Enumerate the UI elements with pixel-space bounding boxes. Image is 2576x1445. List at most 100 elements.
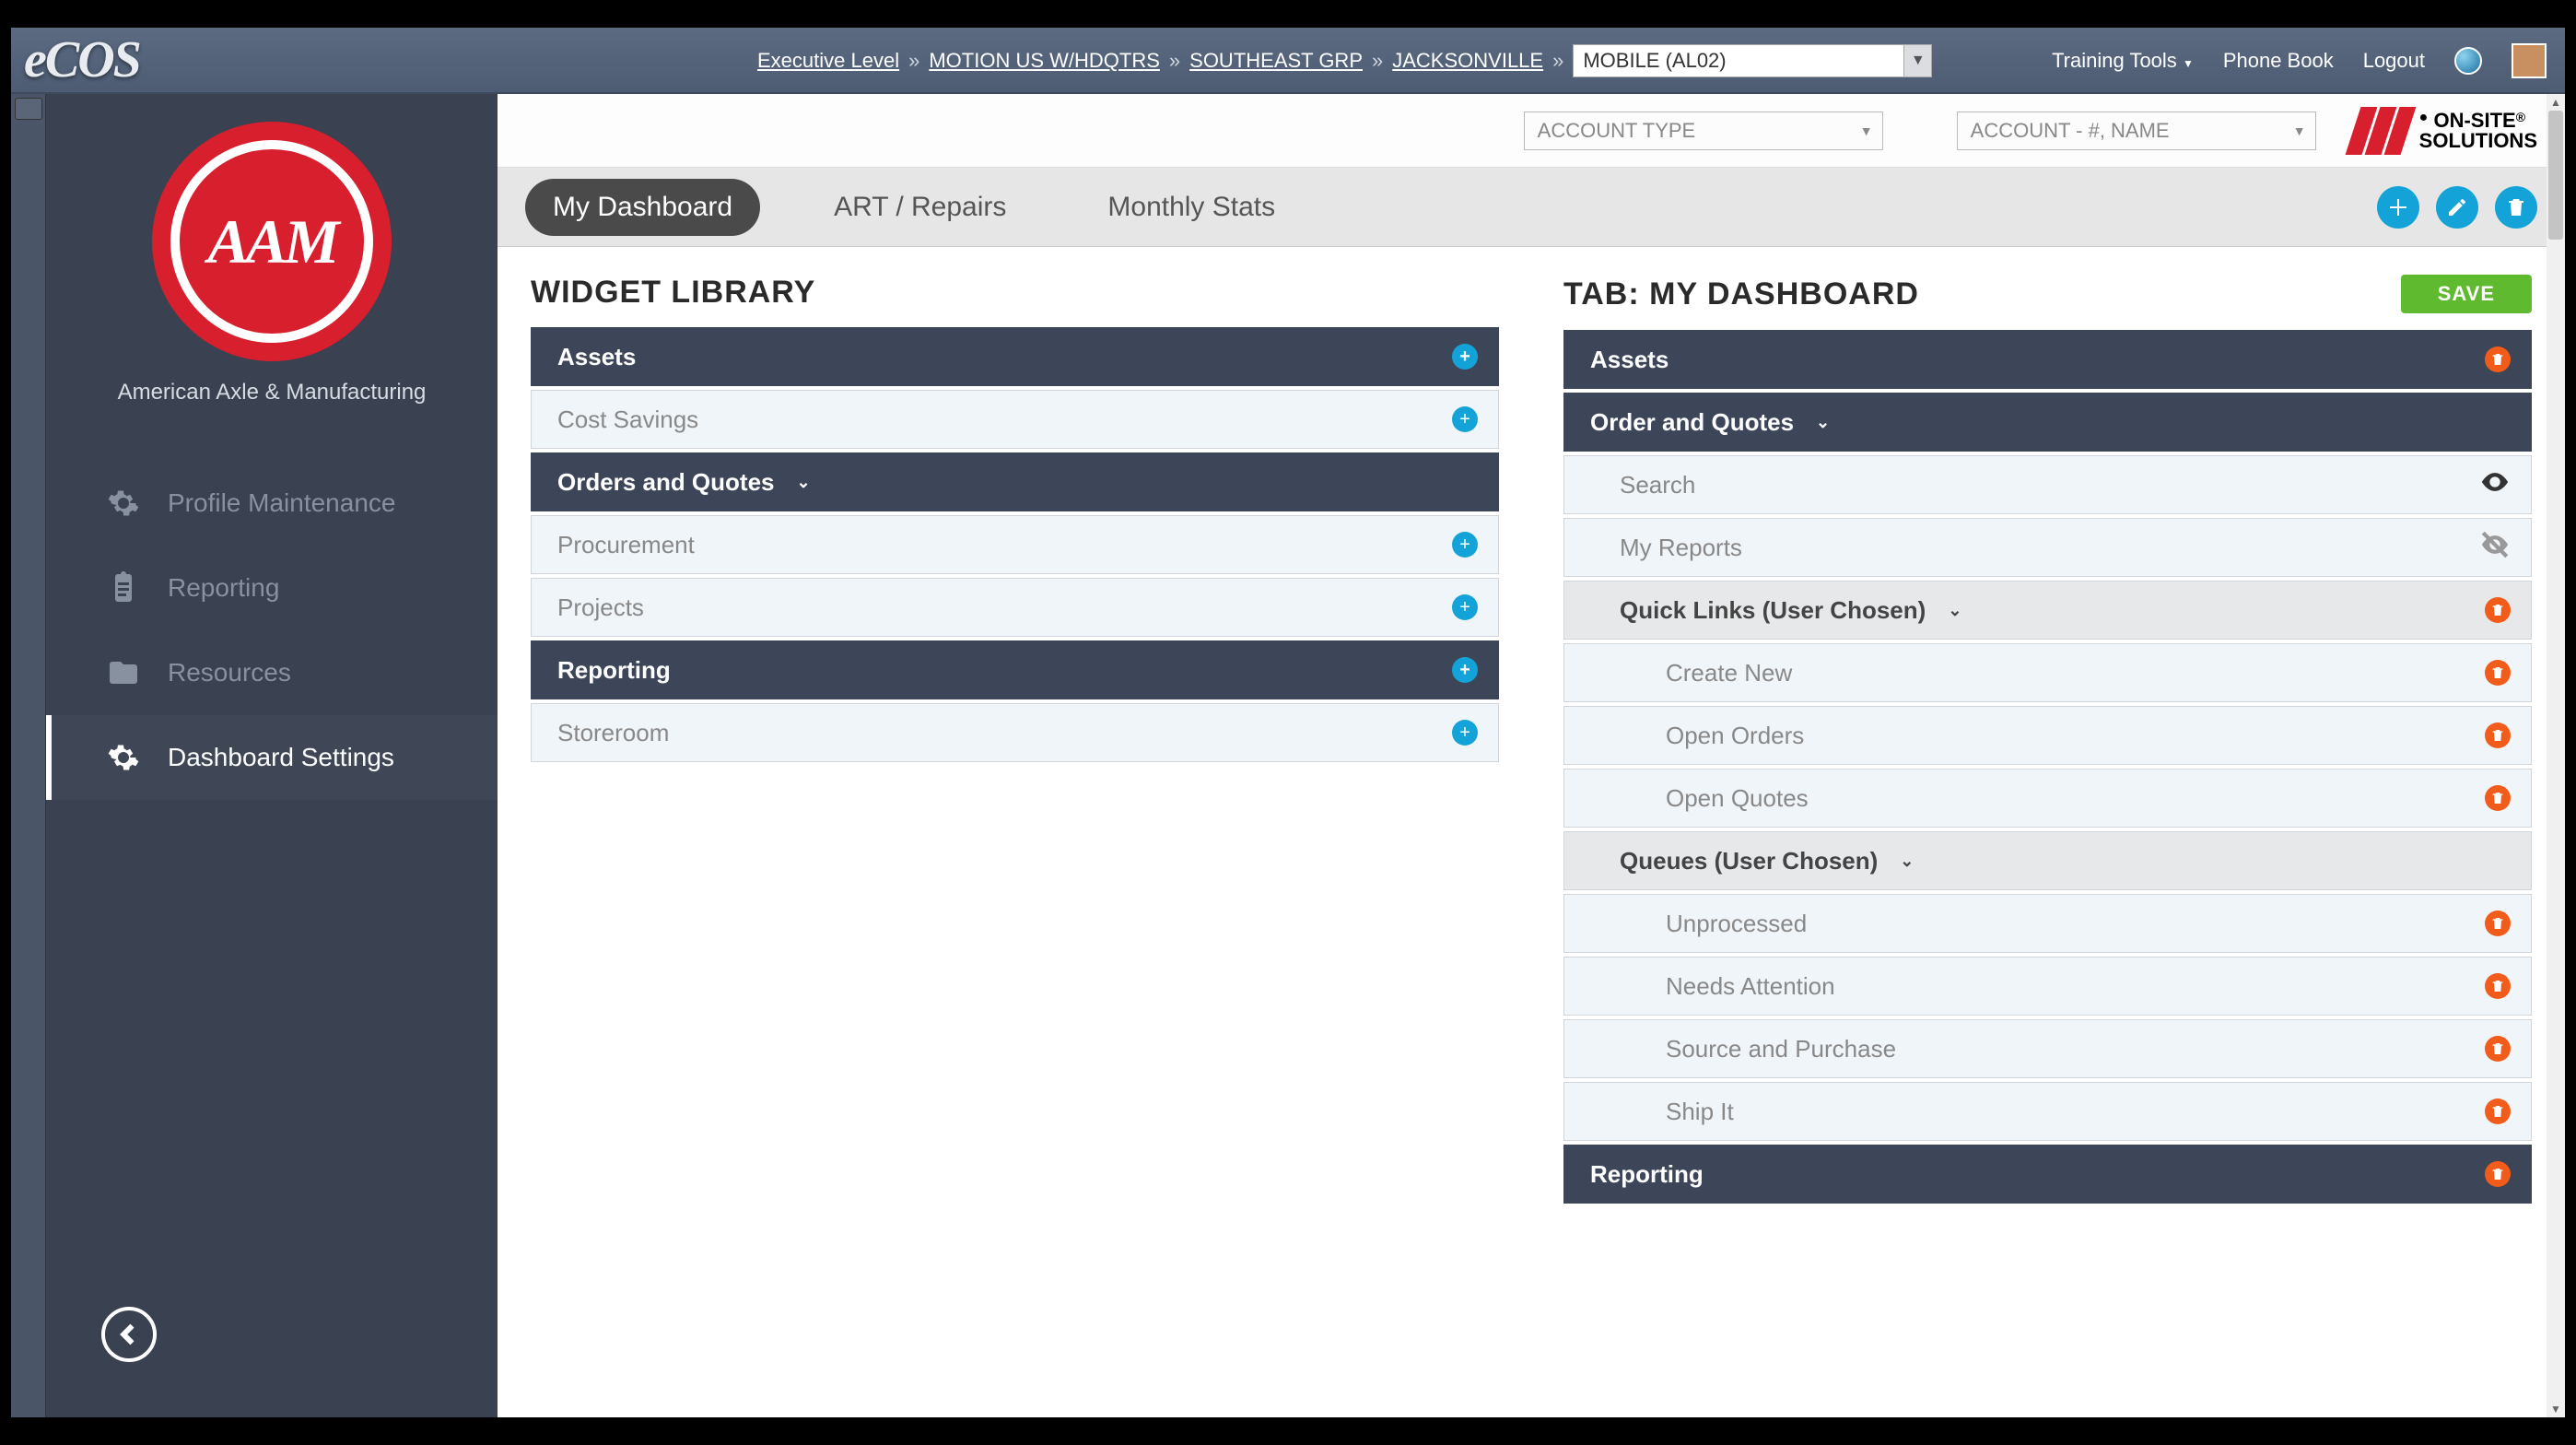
clipboard-icon bbox=[107, 571, 140, 605]
top-nav: eCOS Executive Level» MOTION US W/HDQTRS… bbox=[11, 28, 2565, 94]
tab-panel-row[interactable]: Open Orders bbox=[1563, 706, 2532, 765]
delete-button[interactable] bbox=[2485, 910, 2511, 936]
chevron-down-icon: ⌄ bbox=[1948, 601, 1961, 620]
sidebar: AAM American Axle & Manufacturing Profil… bbox=[46, 94, 498, 1417]
tab-panel-row[interactable]: Create New bbox=[1563, 643, 2532, 702]
widget-library-row[interactable]: Cost Savings+ bbox=[531, 390, 1499, 449]
add-widget-button[interactable]: + bbox=[1452, 406, 1478, 432]
sidebar-item-label: Dashboard Settings bbox=[168, 743, 394, 772]
widget-library-column: WIDGET LIBRARY Assets+Cost Savings+Order… bbox=[531, 275, 1499, 1207]
widget-library-row[interactable]: Procurement+ bbox=[531, 515, 1499, 574]
dropdown-arrow-icon: ▼ bbox=[2293, 123, 2306, 138]
tab-panel-row[interactable]: Needs Attention bbox=[1563, 957, 2532, 1016]
edit-tab-button[interactable] bbox=[2436, 186, 2478, 229]
tab-panel-row[interactable]: Assets bbox=[1563, 330, 2532, 389]
tab-my-dashboard[interactable]: My Dashboard bbox=[525, 179, 760, 236]
row-label: Unprocessed bbox=[1666, 910, 1807, 938]
add-widget-button[interactable]: + bbox=[1452, 594, 1478, 620]
widget-library-row[interactable]: Orders and Quotes⌄ bbox=[531, 452, 1499, 511]
vertical-scrollbar[interactable]: ▲ ▼ bbox=[2547, 94, 2565, 1417]
dropdown-arrow-icon: ▼ bbox=[1860, 123, 1873, 138]
main-area: ACCOUNT TYPE ▼ ACCOUNT - #, NAME ▼ ● ON-… bbox=[498, 94, 2565, 1417]
tab-panel-row[interactable]: My Reports bbox=[1563, 518, 2532, 577]
training-tools-link[interactable]: Training Tools ▼ bbox=[2052, 49, 2194, 73]
tab-panel-row[interactable]: Unprocessed bbox=[1563, 894, 2532, 953]
user-avatar[interactable] bbox=[2512, 43, 2547, 78]
tab-panel-row[interactable]: Reporting bbox=[1563, 1145, 2532, 1204]
sidebar-handle[interactable] bbox=[11, 94, 46, 1417]
tab-panel-row[interactable]: Order and Quotes ⌄ bbox=[1563, 393, 2532, 452]
delete-button[interactable] bbox=[2485, 597, 2511, 623]
delete-button[interactable] bbox=[2485, 1098, 2511, 1124]
widget-library-row[interactable]: Assets+ bbox=[531, 327, 1499, 386]
delete-tab-button[interactable] bbox=[2495, 186, 2537, 229]
widget-library-row[interactable]: Projects+ bbox=[531, 578, 1499, 637]
visibility-toggle[interactable] bbox=[2479, 466, 2511, 504]
row-label: Open Quotes bbox=[1666, 784, 1809, 813]
tab-panel-row[interactable]: Open Quotes bbox=[1563, 769, 2532, 828]
scroll-down-icon[interactable]: ▼ bbox=[2547, 1401, 2565, 1417]
add-widget-button[interactable]: + bbox=[1452, 657, 1478, 683]
sidebar-item-label: Profile Maintenance bbox=[168, 488, 395, 518]
row-label: Ship It bbox=[1666, 1098, 1734, 1126]
tab-panel-row[interactable]: Source and Purchase bbox=[1563, 1019, 2532, 1078]
delete-button[interactable] bbox=[2485, 660, 2511, 686]
scroll-up-icon[interactable]: ▲ bbox=[2547, 94, 2565, 111]
breadcrumb-link[interactable]: Executive Level bbox=[757, 49, 899, 73]
sidebar-item-dashboard-settings[interactable]: Dashboard Settings bbox=[46, 715, 498, 800]
tab-monthly-stats[interactable]: Monthly Stats bbox=[1080, 179, 1303, 236]
location-select[interactable]: MOBILE (AL02) ▼ bbox=[1573, 44, 1932, 77]
breadcrumb-link[interactable]: MOTION US W/HDQTRS bbox=[929, 49, 1160, 73]
visibility-toggle[interactable] bbox=[2479, 529, 2511, 567]
save-button[interactable]: SAVE bbox=[2401, 275, 2532, 313]
content-area: WIDGET LIBRARY Assets+Cost Savings+Order… bbox=[498, 247, 2565, 1417]
sidebar-collapse-button[interactable] bbox=[101, 1307, 157, 1362]
delete-button[interactable] bbox=[2485, 722, 2511, 748]
app-logo: eCOS bbox=[24, 30, 140, 89]
sidebar-item-profile-maintenance[interactable]: Profile Maintenance bbox=[46, 461, 498, 546]
sidebar-item-label: Reporting bbox=[168, 573, 279, 603]
delete-button[interactable] bbox=[2485, 785, 2511, 811]
chevron-down-icon: ⌄ bbox=[797, 473, 811, 492]
row-label: Reporting bbox=[1590, 1160, 1704, 1189]
delete-button[interactable] bbox=[2485, 1161, 2511, 1187]
scrollbar-thumb[interactable] bbox=[2548, 111, 2563, 240]
widget-library-row[interactable]: Reporting+ bbox=[531, 640, 1499, 699]
tab-panel-column: TAB: MY DASHBOARD SAVE AssetsOrder and Q… bbox=[1563, 275, 2532, 1207]
add-widget-button[interactable]: + bbox=[1452, 532, 1478, 558]
chevron-down-icon: ⌄ bbox=[1816, 413, 1830, 432]
sidebar-item-resources[interactable]: Resources bbox=[46, 630, 498, 715]
logout-link[interactable]: Logout bbox=[2363, 49, 2425, 73]
tab-bar: My Dashboard ART / Repairs Monthly Stats bbox=[498, 168, 2565, 247]
tab-art-repairs[interactable]: ART / Repairs bbox=[806, 179, 1034, 236]
delete-button[interactable] bbox=[2485, 1036, 2511, 1062]
tab-panel-row[interactable]: Ship It bbox=[1563, 1082, 2532, 1141]
tab-panel-row[interactable]: Queues (User Chosen)⌄ bbox=[1563, 831, 2532, 890]
phone-book-link[interactable]: Phone Book bbox=[2223, 49, 2334, 73]
breadcrumb-link[interactable]: JACKSONVILLE bbox=[1392, 49, 1543, 73]
tab-panel-row[interactable]: Quick Links (User Chosen)⌄ bbox=[1563, 581, 2532, 640]
account-type-select[interactable]: ACCOUNT TYPE ▼ bbox=[1524, 112, 1883, 150]
row-label: Order and Quotes bbox=[1590, 408, 1794, 437]
add-widget-button[interactable]: + bbox=[1452, 344, 1478, 370]
plus-icon bbox=[2387, 196, 2409, 218]
breadcrumb-link[interactable]: SOUTHEAST GRP bbox=[1189, 49, 1363, 73]
globe-icon[interactable] bbox=[2454, 47, 2482, 75]
select-placeholder: ACCOUNT TYPE bbox=[1538, 119, 1696, 143]
dropdown-arrow-icon: ▼ bbox=[1903, 45, 1931, 76]
row-label: Search bbox=[1620, 471, 1695, 499]
row-label: My Reports bbox=[1620, 534, 1742, 562]
delete-button[interactable] bbox=[2485, 347, 2511, 372]
sidebar-item-reporting[interactable]: Reporting bbox=[46, 546, 498, 630]
widget-library-row[interactable]: Storeroom + bbox=[531, 703, 1499, 762]
company-name: American Axle & Manufacturing bbox=[118, 380, 427, 405]
tab-panel-row[interactable]: Search bbox=[1563, 455, 2532, 514]
row-label: Storeroom bbox=[557, 719, 669, 747]
chevron-down-icon: ⌄ bbox=[1900, 852, 1914, 871]
company-logo: AAM American Axle & Manufacturing bbox=[118, 122, 427, 405]
add-widget-button[interactable]: + bbox=[1452, 720, 1478, 746]
tab-panel-title: TAB: MY DASHBOARD bbox=[1563, 276, 1919, 312]
account-select[interactable]: ACCOUNT - #, NAME ▼ bbox=[1957, 112, 2316, 150]
add-tab-button[interactable] bbox=[2377, 186, 2419, 229]
delete-button[interactable] bbox=[2485, 973, 2511, 999]
